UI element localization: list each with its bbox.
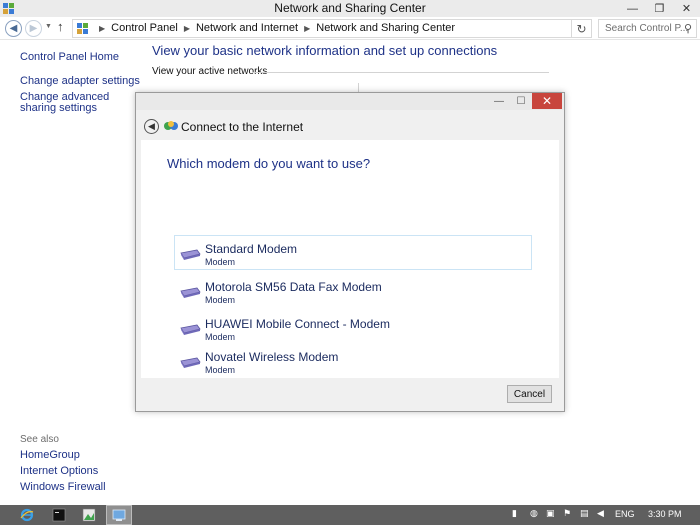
- search-input[interactable]: Search Control P... ⚲: [598, 19, 697, 38]
- modem-name: Motorola SM56 Data Fax Modem: [205, 280, 382, 294]
- network-icon[interactable]: ◍: [530, 508, 538, 519]
- change-advanced-sharing-link[interactable]: Change advanced sharing settings: [20, 92, 140, 114]
- back-arrow-icon: ◀: [148, 121, 155, 131]
- command-prompt-icon: [52, 508, 66, 522]
- battery-icon[interactable]: ▣: [546, 508, 555, 519]
- modem-icon: [180, 287, 201, 298]
- chevron-right-icon[interactable]: ▶: [184, 24, 190, 33]
- dialog-titlebar: — ☐ ✕: [136, 93, 564, 110]
- recent-locations-button[interactable]: ▼: [45, 23, 52, 30]
- window-title: Network and Sharing Center: [274, 1, 426, 15]
- taskbar-ie-button[interactable]: [18, 505, 36, 525]
- minimize-icon: —: [494, 96, 504, 107]
- dialog-body: Which modem do you want to use? Standard…: [141, 140, 559, 378]
- refresh-button[interactable]: ↻: [572, 19, 592, 38]
- taskbar: ▮ ◍ ▣ ⚑ ▤ ◀ ENG 3:30 PM: [0, 505, 700, 525]
- chevron-down-icon: ▼: [45, 23, 52, 30]
- modem-option-huawei[interactable]: HUAWEI Mobile Connect - Modem Modem: [174, 310, 532, 345]
- modem-option-standard[interactable]: Standard Modem Modem: [174, 235, 532, 270]
- network-status-icon[interactable]: ▤: [580, 508, 589, 519]
- dialog-title: Connect to the Internet: [181, 120, 304, 134]
- dialog-header: ◀ Connect to the Internet: [136, 110, 564, 140]
- close-button[interactable]: ✕: [673, 0, 700, 17]
- taskbar-control-panel-button[interactable]: [106, 505, 132, 525]
- image-app-icon: [82, 508, 96, 522]
- restore-icon: ❐: [654, 3, 665, 15]
- modem-name: Novatel Wireless Modem: [205, 350, 339, 364]
- minimize-button[interactable]: —: [619, 0, 646, 17]
- search-icon[interactable]: ⚲: [684, 22, 692, 35]
- signal-icon[interactable]: ▮: [512, 508, 517, 519]
- modem-icon: [180, 249, 201, 260]
- cancel-button[interactable]: Cancel: [507, 385, 552, 403]
- breadcrumb-network-and-internet[interactable]: Network and Internet: [196, 22, 298, 34]
- modem-type: Modem: [205, 295, 236, 305]
- address-bar[interactable]: ▶ Control Panel ▶ Network and Internet ▶…: [72, 19, 637, 38]
- window-titlebar: Network and Sharing Center — ❐ ✕: [0, 0, 700, 17]
- change-adapter-settings-link[interactable]: Change adapter settings: [20, 76, 140, 87]
- close-icon: ✕: [541, 94, 553, 108]
- clock[interactable]: 3:30 PM: [648, 509, 682, 519]
- taskbar-app-button[interactable]: [80, 505, 98, 525]
- chevron-right-icon[interactable]: ▶: [304, 24, 310, 33]
- internet-options-link[interactable]: Internet Options: [20, 466, 98, 477]
- refresh-icon: ↻: [576, 21, 587, 36]
- modem-icon: [180, 324, 201, 335]
- section-divider: [252, 72, 549, 73]
- see-also-label: See also: [20, 434, 59, 445]
- up-button[interactable]: ↑: [57, 19, 64, 34]
- restore-button[interactable]: ❐: [646, 0, 673, 17]
- network-connection-icon: [164, 121, 178, 130]
- dialog-question: Which modem do you want to use?: [167, 156, 371, 171]
- connect-dialog: — ☐ ✕ ◀ Connect to the Internet Which mo…: [135, 92, 565, 412]
- breadcrumb-network-and-sharing-center[interactable]: Network and Sharing Center: [316, 22, 455, 34]
- modem-type: Modem: [205, 257, 236, 267]
- address-row: ◀ ▶ ▼ ↑ ▶ Control Panel ▶ Network and In…: [0, 17, 700, 40]
- search-placeholder: Search Control P...: [605, 23, 689, 34]
- modem-option-novatel[interactable]: Novatel Wireless Modem Modem: [174, 343, 532, 378]
- windows-firewall-link[interactable]: Windows Firewall: [20, 482, 106, 493]
- modem-type: Modem: [205, 332, 236, 342]
- breadcrumb-control-panel[interactable]: Control Panel: [111, 22, 178, 34]
- modem-icon: [180, 357, 201, 368]
- active-networks-label: View your active networks: [152, 66, 268, 77]
- back-arrow-icon: ◀: [9, 23, 18, 34]
- forward-button[interactable]: ▶: [25, 20, 42, 37]
- forward-arrow-icon: ▶: [29, 23, 38, 34]
- language-indicator[interactable]: ENG: [615, 509, 635, 519]
- page-title: View your basic network information and …: [152, 43, 498, 58]
- breadcrumb: ▶ Control Panel ▶ Network and Internet ▶…: [93, 22, 455, 34]
- internet-explorer-icon: [20, 508, 34, 522]
- close-icon: ✕: [681, 3, 692, 15]
- dialog-footer: Cancel: [136, 378, 564, 411]
- modem-option-motorola[interactable]: Motorola SM56 Data Fax Modem Modem: [174, 273, 532, 308]
- maximize-icon: ☐: [516, 96, 526, 107]
- taskbar-cmd-button[interactable]: [50, 505, 68, 525]
- dialog-close-button[interactable]: ✕: [532, 93, 562, 109]
- minimize-icon: —: [627, 2, 638, 15]
- action-center-flag-icon[interactable]: ⚑: [563, 508, 571, 519]
- control-panel-icon: [112, 509, 126, 521]
- homegroup-link[interactable]: HomeGroup: [20, 450, 80, 461]
- volume-icon[interactable]: ◀: [597, 508, 604, 519]
- modem-name: Standard Modem: [205, 242, 298, 256]
- up-arrow-icon: ↑: [57, 19, 64, 34]
- modem-type: Modem: [205, 365, 236, 375]
- dialog-maximize-button[interactable]: ☐: [510, 93, 532, 110]
- dialog-minimize-button[interactable]: —: [488, 93, 510, 110]
- modem-name: HUAWEI Mobile Connect - Modem: [205, 317, 390, 331]
- back-button[interactable]: ◀: [5, 20, 22, 37]
- dialog-back-button[interactable]: ◀: [144, 119, 159, 134]
- chevron-right-icon: ▶: [99, 23, 106, 33]
- control-panel-icon: [77, 23, 88, 34]
- control-panel-home-link[interactable]: Control Panel Home: [20, 52, 119, 63]
